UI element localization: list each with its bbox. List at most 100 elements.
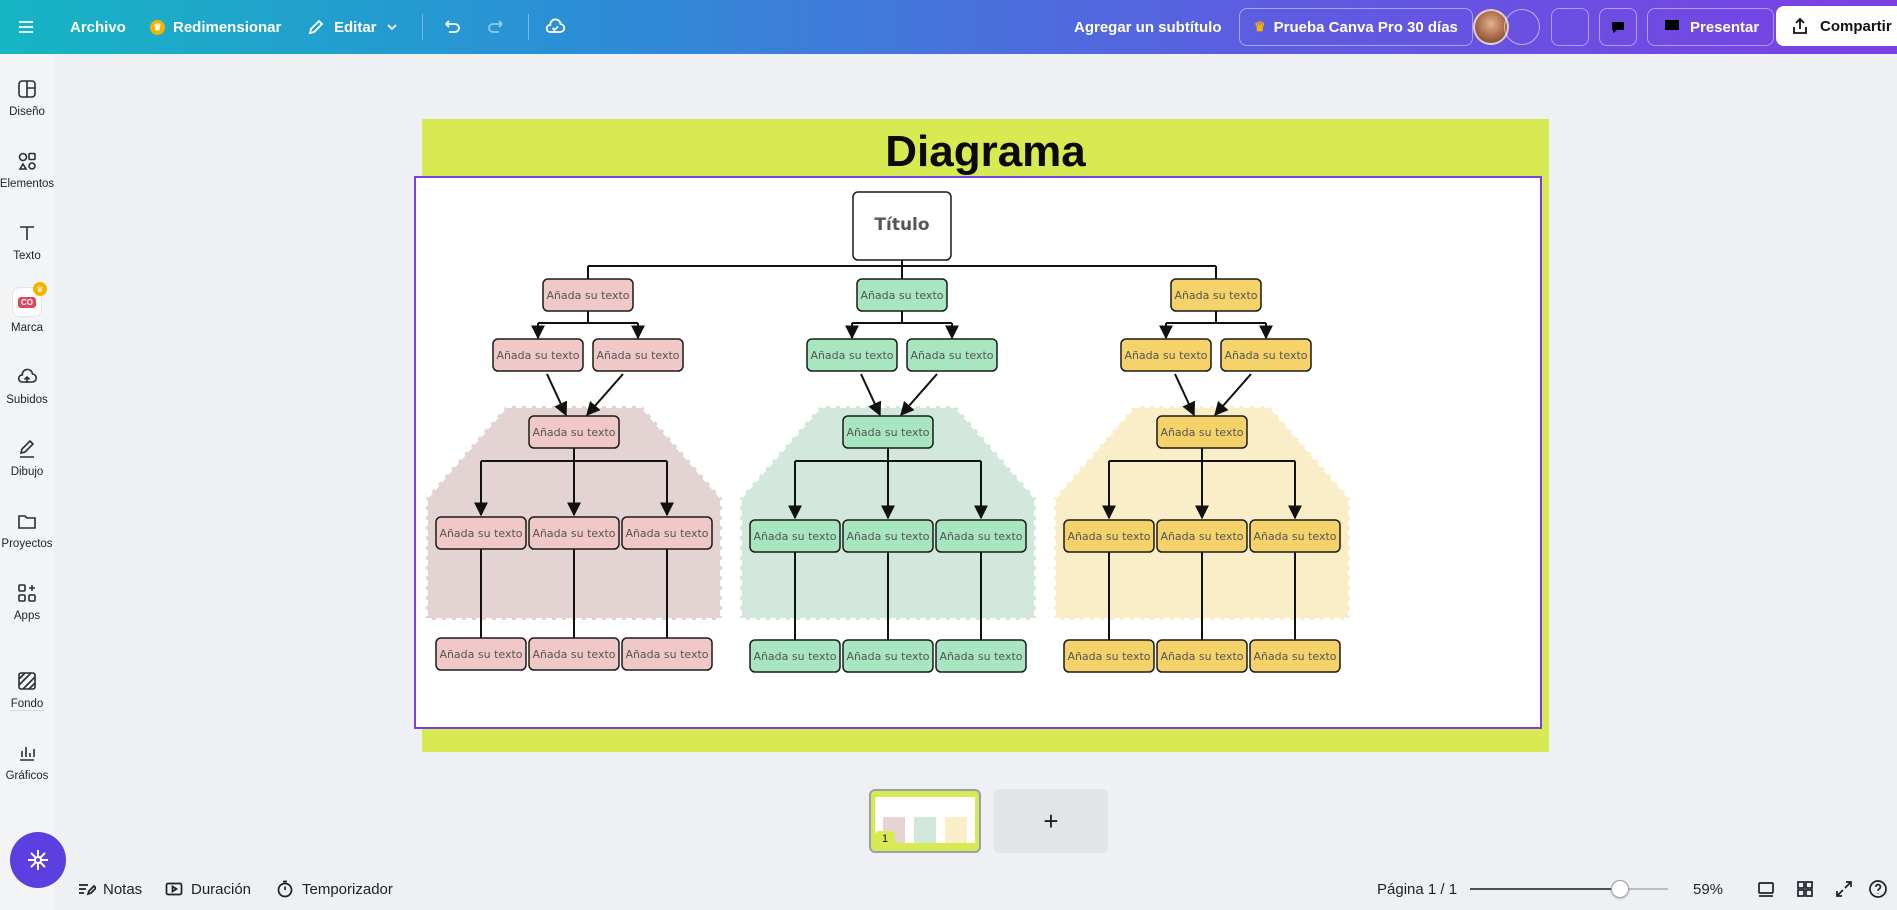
green-row1-node-2[interactable]: Añada su texto [842,519,934,553]
pink-level2-right-node[interactable]: Añada su texto [592,338,684,372]
top-bar: Archivo ♛ Redimensionar Editar Agregar u… [0,0,1897,54]
sidebar-item-projects[interactable]: Proyectos [0,510,54,550]
sidebar-item-background[interactable]: Fondo [0,670,54,710]
sidebar-item-label: Subidos [6,394,48,406]
pink-row2-node-2[interactable]: Añada su texto [528,637,620,671]
yellow-row1-node-2[interactable]: Añada su texto [1156,519,1248,553]
green-row1-node-3-label: Añada su texto [939,530,1022,543]
add-subtitle[interactable]: Agregar un subtítulo [1074,0,1222,54]
timer-label: Temporizador [302,880,393,898]
yellow-row2-node-1-label: Añada su texto [1067,650,1150,663]
diagram-frame[interactable]: Título Añada su texto Añada su texto Añada … [414,176,1542,729]
pro-trial-button[interactable]: ♛ Prueba Canva Pro 30 días [1239,8,1473,46]
sidebar-item-apps[interactable]: Apps [0,582,54,622]
layout-icon [18,80,36,98]
text-icon [20,226,34,240]
pen-icon [19,439,35,458]
add-page-button[interactable]: + [994,789,1108,853]
pink-hub-node-label: Añada su texto [532,426,615,439]
zoom-level[interactable]: 59% [1693,872,1723,906]
divider [10,710,44,711]
green-row2-node-3-label: Añada su texto [939,650,1022,663]
green-row2-node-1[interactable]: Añada su texto [749,639,841,673]
bottom-bar: Notas Duración Temporizador Página 1 / 1… [0,872,1897,910]
chart-icon [20,747,35,761]
sidebar-item-uploads[interactable]: Subidos [0,366,54,406]
file-menu[interactable]: Archivo [70,0,126,54]
resize-button[interactable]: ♛ Redimensionar [150,0,281,54]
green-row2-node-3[interactable]: Añada su texto [935,639,1027,673]
view-mode-button[interactable] [1756,872,1776,906]
menu-button[interactable] [16,0,36,54]
green-row1-node-3[interactable]: Añada su texto [935,519,1027,553]
undo-button[interactable] [440,0,462,54]
comments-button[interactable] [1599,8,1637,46]
expand-icon [1836,881,1852,897]
pink-row1-node-1[interactable]: Añada su texto [435,516,527,550]
cloud-upload-icon [17,368,38,383]
pink-hub-node[interactable]: Añada su texto [528,415,620,449]
green-hub-node-label: Añada su texto [846,426,929,439]
yellow-row2-node-3[interactable]: Añada su texto [1249,639,1341,673]
yellow-level1-node-label: Añada su texto [1174,289,1257,302]
present-icon [1665,20,1679,34]
yellow-level2-right-node[interactable]: Añada su texto [1220,338,1312,372]
duration-button[interactable]: Duración [164,872,251,906]
yellow-row1-node-1-label: Añada su texto [1067,530,1150,543]
page-indicator[interactable]: Página 1 / 1 [1377,872,1457,906]
green-level1-node[interactable]: Añada su texto [856,278,948,312]
pink-row1-node-3[interactable]: Añada su texto [621,516,713,550]
edit-label: Editar [334,18,377,36]
page-thumbnail[interactable]: 1 [869,789,981,853]
pink-level1-node[interactable]: Añada su texto [542,278,634,312]
pink-row2-node-1[interactable]: Añada su texto [435,637,527,671]
sidebar-item-design[interactable]: Diseño [0,78,54,118]
green-level2-left-node[interactable]: Añada su texto [806,338,898,372]
yellow-row2-node-1[interactable]: Añada su texto [1063,639,1155,673]
green-row1-node-1-label: Añada su texto [753,530,836,543]
yellow-level1-node[interactable]: Añada su texto [1170,278,1262,312]
diagram-title[interactable]: Diagrama [422,127,1549,177]
sidebar-item-charts[interactable]: Gráficos [0,742,54,782]
chevron-down-icon [386,24,397,31]
grid-view-button[interactable] [1795,872,1815,906]
sidebar-item-text[interactable]: Texto [0,222,54,262]
sidebar-item-brand[interactable]: CO ♛ Marca [0,282,54,334]
pink-level1-node-label: Añada su texto [546,289,629,302]
notes-button[interactable]: Notas [76,872,142,906]
yellow-row1-node-3[interactable]: Añada su texto [1249,519,1341,553]
insights-button[interactable] [1551,8,1589,46]
invite-button[interactable] [1504,9,1540,45]
pink-row1-node-2[interactable]: Añada su texto [528,516,620,550]
green-level2-right-node[interactable]: Añada su texto [906,338,998,372]
yellow-hub-node[interactable]: Añada su texto [1156,415,1248,449]
divider [528,14,529,40]
crown-icon: ♛ [150,19,165,35]
root-node[interactable]: Título [852,191,952,261]
yellow-level2-left-node[interactable]: Añada su texto [1120,338,1212,372]
edit-menu[interactable]: Editar [306,0,399,54]
duration-label: Duración [191,880,252,898]
share-button[interactable]: Compartir [1776,6,1897,46]
sidebar-item-draw[interactable]: Dibujo [0,438,54,478]
pink-row2-node-3[interactable]: Añada su texto [621,637,713,671]
redo-button[interactable] [486,0,508,54]
sparkle-icon [28,850,48,870]
help-button[interactable] [1868,872,1888,906]
present-button[interactable]: Presentar [1647,8,1775,46]
pink-level2-left-node-label: Añada su texto [496,349,579,362]
pink-level2-left-node[interactable]: Añada su texto [492,338,584,372]
zoom-slider-handle[interactable] [1610,880,1629,898]
green-row1-node-1[interactable]: Añada su texto [749,519,841,553]
save-status[interactable] [544,0,566,54]
sidebar-item-elements[interactable]: Elementos [0,150,54,190]
green-row2-node-1-label: Añada su texto [753,650,836,663]
root-node-label: Título [874,215,929,235]
yellow-row1-node-1[interactable]: Añada su texto [1063,519,1155,553]
green-row2-node-2[interactable]: Añada su texto [842,639,934,673]
timer-button[interactable]: Temporizador [275,872,393,906]
sidebar-item-label: Texto [13,250,41,262]
fullscreen-button[interactable] [1834,872,1854,906]
yellow-row2-node-2[interactable]: Añada su texto [1156,639,1248,673]
green-hub-node[interactable]: Añada su texto [842,415,934,449]
